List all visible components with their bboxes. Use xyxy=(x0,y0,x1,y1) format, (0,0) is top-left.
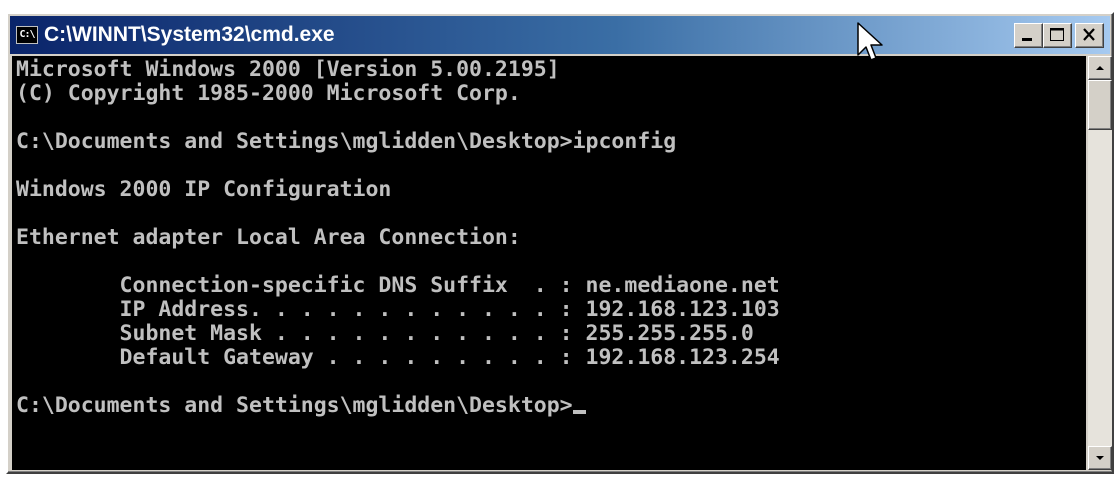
console-line: IP Address. . . . . . . . . . . . : 192.… xyxy=(16,297,780,322)
console-line: Subnet Mask . . . . . . . . . . . : 255.… xyxy=(16,321,754,346)
console-line: Ethernet adapter Local Area Connection: xyxy=(16,225,521,250)
console-line: (C) Copyright 1985-2000 Microsoft Corp. xyxy=(16,81,521,106)
scrollbar-thumb[interactable] xyxy=(1088,80,1112,130)
scroll-up-button[interactable] xyxy=(1088,56,1112,80)
caption-buttons xyxy=(1014,23,1104,48)
close-icon xyxy=(1083,28,1095,41)
console-line: C:\Documents and Settings\mglidden\Deskt… xyxy=(16,129,677,154)
console-line: Connection-specific DNS Suffix . : ne.me… xyxy=(16,273,780,298)
title-bar[interactable]: C:\ C:\WINNT\System32\cmd.exe xyxy=(10,16,1110,54)
prompt-line[interactable]: C:\Documents and Settings\mglidden\Deskt… xyxy=(16,394,780,418)
console-line: Default Gateway . . . . . . . . . : 192.… xyxy=(16,345,780,370)
maximize-icon xyxy=(1050,28,1064,41)
text-cursor xyxy=(572,410,586,414)
console-line: Microsoft Windows 2000 [Version 5.00.219… xyxy=(16,57,560,82)
vertical-scrollbar[interactable] xyxy=(1088,56,1112,470)
close-button[interactable] xyxy=(1075,23,1104,48)
scroll-down-button[interactable] xyxy=(1088,446,1112,470)
console-icon[interactable]: C:\ xyxy=(16,26,38,44)
console-window: C:\ C:\WINNT\System32\cmd.exe Microsoft … xyxy=(6,12,1114,474)
mouse-pointer-icon xyxy=(857,22,883,61)
arrow-up-icon xyxy=(1096,66,1104,70)
arrow-down-icon xyxy=(1096,456,1104,460)
maximize-button[interactable] xyxy=(1043,23,1072,48)
minimize-icon xyxy=(1022,38,1032,41)
console-line: Windows 2000 IP Configuration xyxy=(16,177,392,202)
minimize-button[interactable] xyxy=(1014,23,1043,48)
prompt-text: C:\Documents and Settings\mglidden\Deskt… xyxy=(16,393,573,418)
console-text: Microsoft Windows 2000 [Version 5.00.219… xyxy=(16,58,780,418)
console-output-area[interactable]: Microsoft Windows 2000 [Version 5.00.219… xyxy=(12,56,1086,470)
window-title: C:\WINNT\System32\cmd.exe xyxy=(44,23,335,46)
